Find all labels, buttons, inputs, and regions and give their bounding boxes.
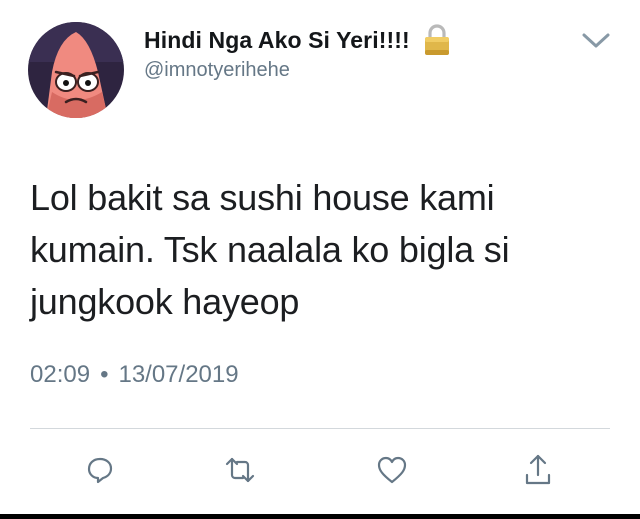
reply-button[interactable] bbox=[80, 450, 120, 490]
tweet-text: Lol bakit sa sushi house kami kumain. Ts… bbox=[30, 177, 510, 322]
heart-icon bbox=[377, 456, 407, 484]
tweet-header: Hindi Nga Ako Si Yeri!!!! @imnotyerihehe bbox=[144, 24, 452, 82]
action-bar bbox=[0, 450, 640, 494]
display-name[interactable]: Hindi Nga Ako Si Yeri!!!! bbox=[144, 27, 410, 54]
like-button[interactable] bbox=[372, 450, 412, 490]
tweet-card: Hindi Nga Ako Si Yeri!!!! @imnotyerihehe… bbox=[0, 0, 640, 519]
retweet-icon bbox=[225, 457, 255, 483]
bottom-edge-bar bbox=[0, 514, 640, 519]
reply-icon bbox=[87, 457, 113, 484]
share-icon bbox=[525, 454, 551, 485]
avatar-image bbox=[28, 22, 124, 118]
display-name-row: Hindi Nga Ako Si Yeri!!!! bbox=[144, 24, 452, 56]
tweet-time: 02:09 bbox=[30, 361, 91, 388]
share-button[interactable] bbox=[518, 450, 558, 490]
tweet-date: 13/07/2019 bbox=[118, 361, 239, 388]
chevron-down-icon[interactable] bbox=[580, 30, 612, 52]
divider bbox=[30, 428, 610, 429]
lock-icon bbox=[422, 23, 452, 57]
tweet-timestamp[interactable]: 02:09 • 13/07/2019 bbox=[30, 361, 239, 389]
avatar[interactable] bbox=[28, 22, 124, 118]
retweet-button[interactable] bbox=[220, 450, 260, 490]
separator-dot: • bbox=[100, 361, 109, 388]
user-handle[interactable]: @imnotyerihehe bbox=[144, 59, 452, 82]
